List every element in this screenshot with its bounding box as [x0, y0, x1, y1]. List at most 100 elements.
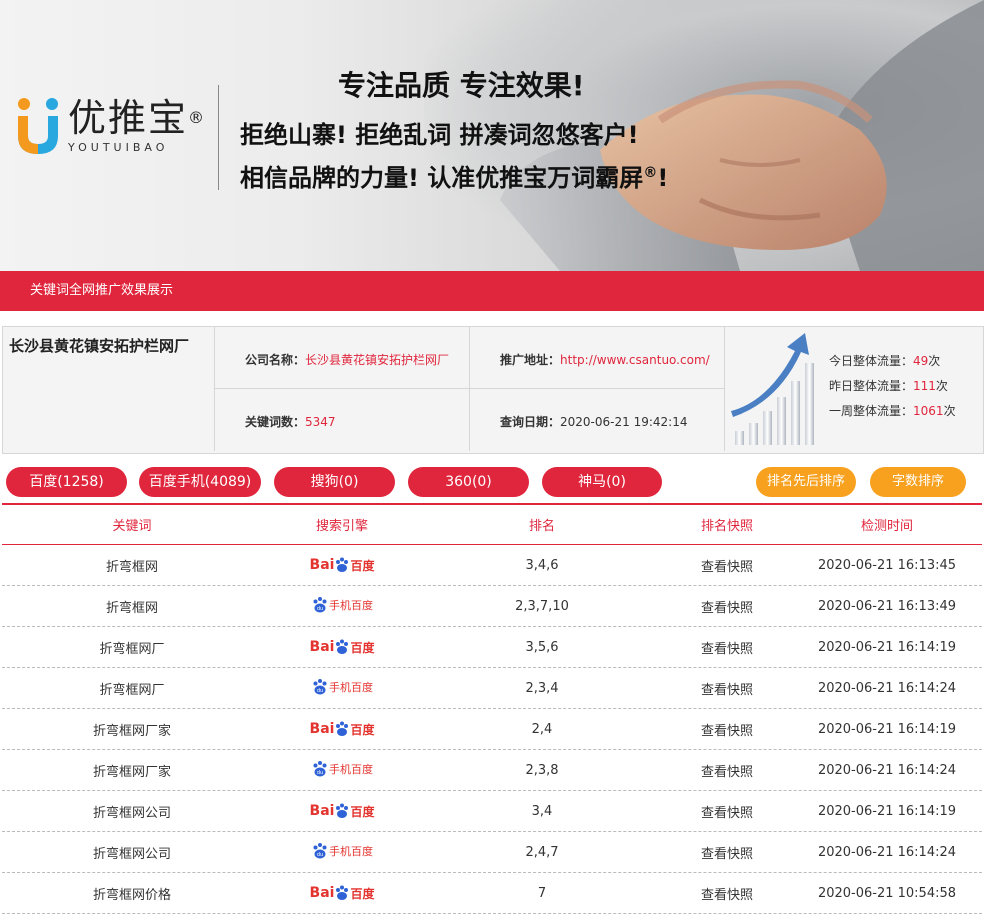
- query-date-cell: 查询日期：2020-06-21 19:42:14: [470, 389, 725, 451]
- cell-keyword: 折弯框网厂家: [92, 723, 171, 739]
- promo-url-label: 推广地址：: [500, 353, 561, 367]
- brand-logo: 优推宝® YOUTUIBAO: [12, 92, 206, 158]
- logo-u-icon: [18, 98, 58, 154]
- query-date-label: 查询日期：: [500, 415, 561, 429]
- cell-engine: Bai 百度: [262, 554, 422, 576]
- company-name-cell: 公司名称：长沙县黄花镇安拓护栏网厂: [215, 327, 470, 389]
- cell-time: 2020-06-21 16:14:24: [817, 680, 957, 696]
- section-title: 关键词全网推广效果展示: [30, 283, 174, 298]
- baidu-logo-icon: Bai 百度: [309, 639, 375, 655]
- traffic-today: 今日整体流量：49次: [829, 354, 941, 368]
- header-rank: 排名: [528, 519, 555, 534]
- tab-baidu-mobile[interactable]: 百度手机(4089): [139, 467, 261, 497]
- baidu-mobile-logo-icon: du 手机百度: [311, 676, 373, 698]
- table-row: 折弯框网公司 Bai 百度 3,4 查看快照 2020-06-21 16:14:19: [2, 791, 982, 832]
- cell-rank: 2,4,7: [525, 844, 559, 860]
- paw-icon: [336, 557, 349, 572]
- logo-divider: [218, 85, 219, 190]
- company-info-panel: 长沙县黄花镇安拓护栏网厂 公司名称：长沙县黄花镇安拓护栏网厂 关键词数：5347…: [2, 326, 984, 454]
- company-name-value: 长沙县黄花镇安拓护栏网厂: [305, 353, 450, 367]
- cell-engine: du 手机百度: [262, 594, 422, 618]
- baidu-logo-icon: Bai 百度: [309, 803, 375, 819]
- cell-engine: Bai 百度: [262, 718, 422, 740]
- table-row: 折弯框网厂 du 手机百度 2,3,4 查看快照 2020-06-21 16:14:24: [2, 668, 982, 709]
- cell-keyword: 折弯框网厂: [99, 682, 165, 698]
- view-snapshot-link[interactable]: 查看快照: [662, 556, 792, 575]
- header-engine: 搜索引擎: [315, 519, 368, 534]
- cell-time: 2020-06-21 16:14:19: [817, 721, 957, 737]
- baidu-mobile-logo-icon: du 手机百度: [311, 594, 373, 616]
- view-snapshot-link[interactable]: 查看快照: [662, 802, 792, 821]
- cell-rank: 7: [537, 885, 547, 901]
- header-snapshot: 排名快照: [700, 519, 753, 534]
- engine-tabs: 百度(1258) 百度手机(4089) 搜狗(0) 360(0) 神马(0) 排…: [0, 467, 984, 499]
- sort-by-rank-button[interactable]: 排名先后排序: [756, 467, 856, 497]
- view-snapshot-link[interactable]: 查看快照: [662, 884, 792, 903]
- view-snapshot-link[interactable]: 查看快照: [662, 597, 792, 616]
- query-date-value: 2020-06-21 19:42:14: [560, 415, 688, 429]
- keyword-count-cell: 关键词数：5347: [215, 389, 470, 451]
- cell-time: 2020-06-21 16:14:24: [817, 762, 957, 778]
- paw-icon: [336, 639, 349, 654]
- cell-keyword: 折弯框网: [105, 559, 158, 575]
- view-snapshot-link[interactable]: 查看快照: [662, 638, 792, 657]
- cell-time: 2020-06-21 16:14:24: [817, 844, 957, 860]
- cell-time: 2020-06-21 16:13:45: [817, 557, 957, 573]
- cell-rank: 2,4: [531, 721, 553, 737]
- tab-baidu[interactable]: 百度(1258): [6, 467, 127, 497]
- paw-icon: [336, 721, 349, 736]
- cell-rank: 3,5,6: [525, 639, 559, 655]
- tab-sogou[interactable]: 搜狗(0): [274, 467, 395, 497]
- paw-icon: du: [313, 679, 327, 695]
- growth-chart-icon: [731, 333, 814, 445]
- table-header: 关键词 搜索引擎 排名 排名快照 检测时间: [2, 503, 982, 545]
- view-snapshot-link[interactable]: 查看快照: [662, 843, 792, 862]
- baidu-logo-icon: Bai 百度: [309, 557, 375, 573]
- cell-engine: Bai 百度: [262, 882, 422, 904]
- ranking-table: 关键词 搜索引擎 排名 排名快照 检测时间 折弯框网 Bai 百度 3,4,6 查看快照…: [2, 503, 982, 914]
- keyword-count-value: 5347: [305, 415, 336, 429]
- cell-keyword: 折弯框网厂家: [92, 764, 171, 780]
- table-row: 折弯框网价格 Bai 百度 7 查看快照 2020-06-21 10:54:58: [2, 873, 982, 914]
- cell-rank: 2,3,8: [525, 762, 559, 778]
- slogan-line-3: 相信品牌的力量! 认准优推宝万词霸屏®!: [240, 164, 669, 192]
- view-snapshot-link[interactable]: 查看快照: [662, 761, 792, 780]
- cell-time: 2020-06-21 16:14:19: [817, 803, 957, 819]
- cell-engine: Bai 百度: [262, 636, 422, 658]
- cell-keyword: 折弯框网厂: [99, 641, 165, 657]
- cell-engine: du 手机百度: [262, 676, 422, 700]
- paw-icon: du: [313, 843, 327, 859]
- keyword-count-label: 关键词数：: [245, 415, 306, 429]
- cell-engine: du 手机百度: [262, 840, 422, 864]
- cell-keyword: 折弯框网公司: [92, 805, 171, 821]
- table-row: 折弯框网厂 Bai 百度 3,5,6 查看快照 2020-06-21 16:14:19: [2, 627, 982, 668]
- cell-rank: 3,4: [531, 803, 553, 819]
- slogan-line-1: 专注品质 专注效果!: [338, 69, 585, 102]
- paw-icon: du: [313, 597, 327, 613]
- logo-english-name: YOUTUIBAO: [68, 140, 169, 154]
- traffic-stats: 今日整体流量：49次 昨日整体流量：111次 一周整体流量：1061次: [829, 349, 956, 424]
- table-row: 折弯框网厂家 du 手机百度 2,3,8 查看快照 2020-06-21 16:14:24: [2, 750, 982, 791]
- cell-time: 2020-06-21 16:14:19: [817, 639, 957, 655]
- section-title-bar: 关键词全网推广效果展示: [0, 271, 984, 311]
- baidu-mobile-logo-icon: du 手机百度: [311, 758, 373, 780]
- traffic-week: 一周整体流量：1061次: [829, 404, 956, 418]
- paw-icon: [336, 803, 349, 818]
- svg-text:du: du: [317, 852, 323, 858]
- cell-engine: du 手机百度: [262, 758, 422, 782]
- cell-rank: 2,3,4: [525, 680, 559, 696]
- table-row: 折弯框网 Bai 百度 3,4,6 查看快照 2020-06-21 16:13:45: [2, 545, 982, 586]
- baidu-logo-icon: Bai 百度: [309, 885, 375, 901]
- tab-360[interactable]: 360(0): [408, 467, 529, 497]
- view-snapshot-link[interactable]: 查看快照: [662, 720, 792, 739]
- banner: 优推宝® YOUTUIBAO 专注品质 专注效果! 拒绝山寨! 拒绝乱词 拼凑词…: [0, 0, 984, 271]
- company-name-label: 公司名称：: [245, 353, 306, 367]
- tab-shenma[interactable]: 神马(0): [542, 467, 662, 497]
- cell-keyword: 折弯框网公司: [92, 846, 171, 862]
- view-snapshot-link[interactable]: 查看快照: [662, 679, 792, 698]
- table-row: 折弯框网公司 du 手机百度 2,4,7 查看快照 2020-06-21 16:14:24: [2, 832, 982, 873]
- header-keyword: 关键词: [112, 519, 152, 534]
- sort-by-length-button[interactable]: 字数排序: [870, 467, 966, 497]
- paw-icon: [336, 885, 349, 900]
- promo-url-link[interactable]: http://www.csantuo.com/: [560, 353, 710, 367]
